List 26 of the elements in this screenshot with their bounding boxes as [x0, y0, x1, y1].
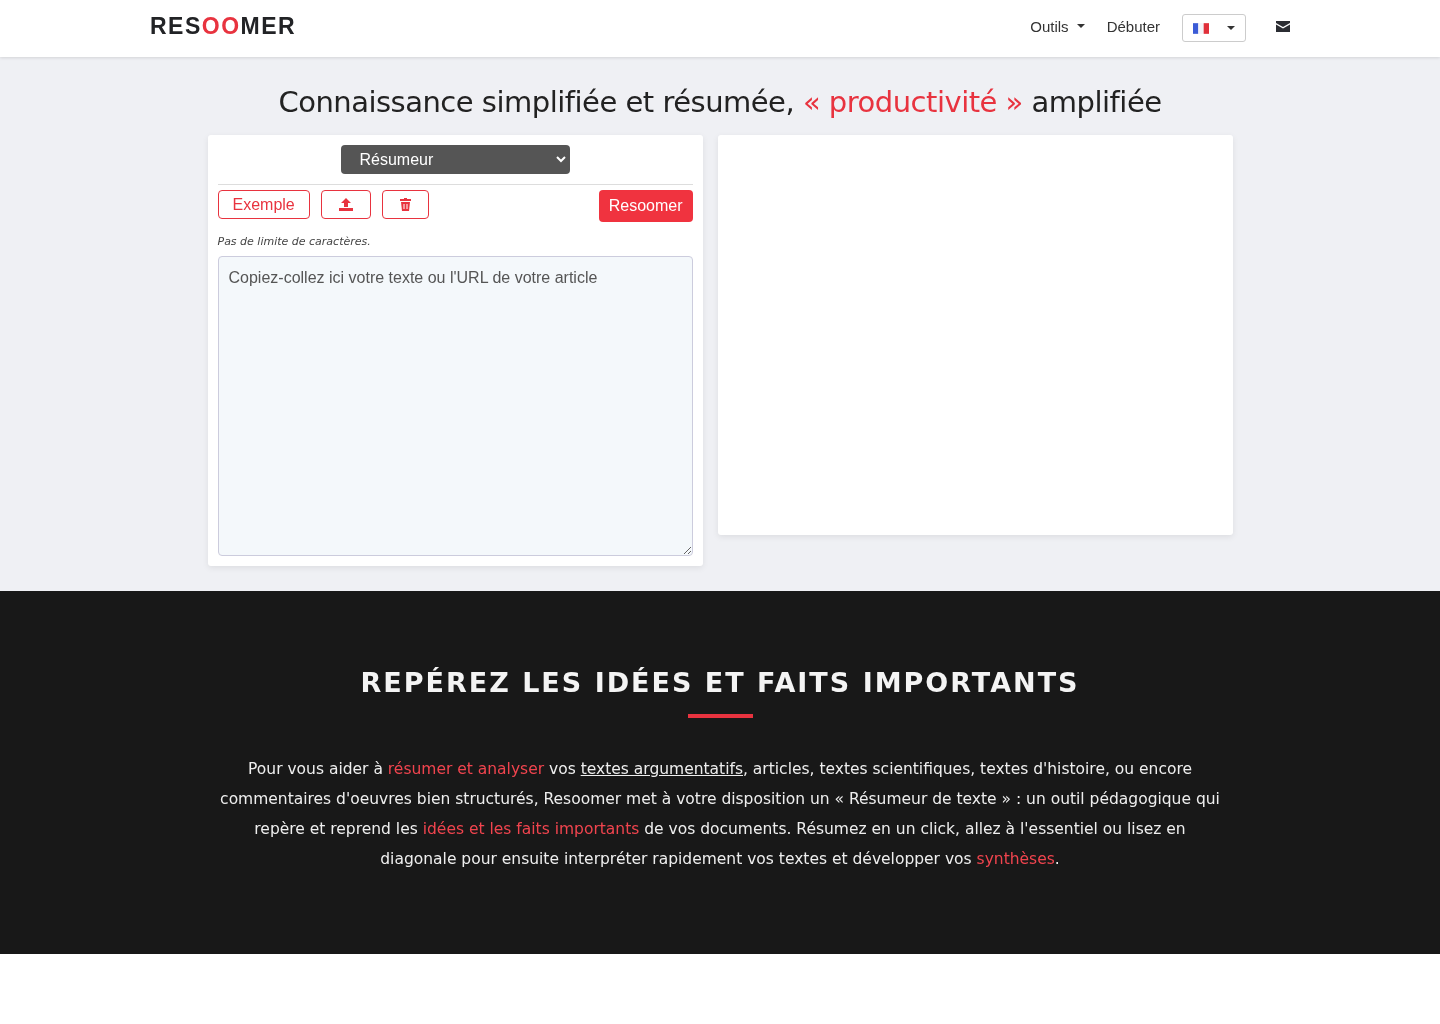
delete-button[interactable] — [381, 190, 429, 219]
upload-icon — [338, 198, 353, 211]
caret-icon — [1227, 26, 1235, 30]
trash-icon — [399, 198, 411, 211]
text-link[interactable]: textes argumentatifs — [580, 760, 743, 778]
language-dropdown[interactable] — [1182, 14, 1246, 42]
text-link[interactable]: idées et les faits importants — [422, 820, 640, 838]
mail-link[interactable] — [1276, 20, 1290, 32]
logo[interactable]: RESOOMER — [150, 12, 297, 40]
text-input-field[interactable]: Copiez-collez ici votre texte ou l'URL de votre article — [217, 256, 693, 556]
start-link[interactable]: Débuter — [1106, 17, 1160, 35]
headline: Connaissance simplifiée et résumée, « productivité » amplifiée — [277, 85, 1163, 119]
tools-menu[interactable]: Outils — [1030, 17, 1085, 35]
mail-icon — [1276, 20, 1290, 32]
text-link[interactable]: synthèses — [976, 850, 1055, 868]
example-button[interactable]: Exemple — [217, 190, 310, 219]
caret-icon — [1076, 24, 1085, 28]
description-paragraph: Pour vous aider à résumer et analyser vos textes argumentatifs, articles, textes scientifiques, textes d'histoire, ou encore commentaires d'oeuvres bien structurés, Resoomer met à votre disposition un « Résumeur de texte » : un outil pédagogique qui repère et reprend les idées et les faits importants de vos documents. Résumez en un click, allez à l'essentiel ou lisez en diagonale pour ensuite interpréter rapidement vos textes et développer vos synthèses. — [220, 759, 1220, 870]
section-title: REPÉREZ LES IDÉES ET FAITS IMPORTANTS — [359, 667, 1081, 698]
hint-text: Pas de limite de caractères. — [217, 235, 372, 248]
mode-select[interactable]: Résumeur — [340, 145, 570, 174]
resoomer-button[interactable]: Resoomer — [598, 190, 693, 222]
flag-icon — [1193, 22, 1209, 34]
upload-button[interactable] — [320, 190, 371, 219]
chevron-icon — [555, 156, 566, 163]
text-link[interactable]: résumer et analyser — [387, 760, 545, 778]
